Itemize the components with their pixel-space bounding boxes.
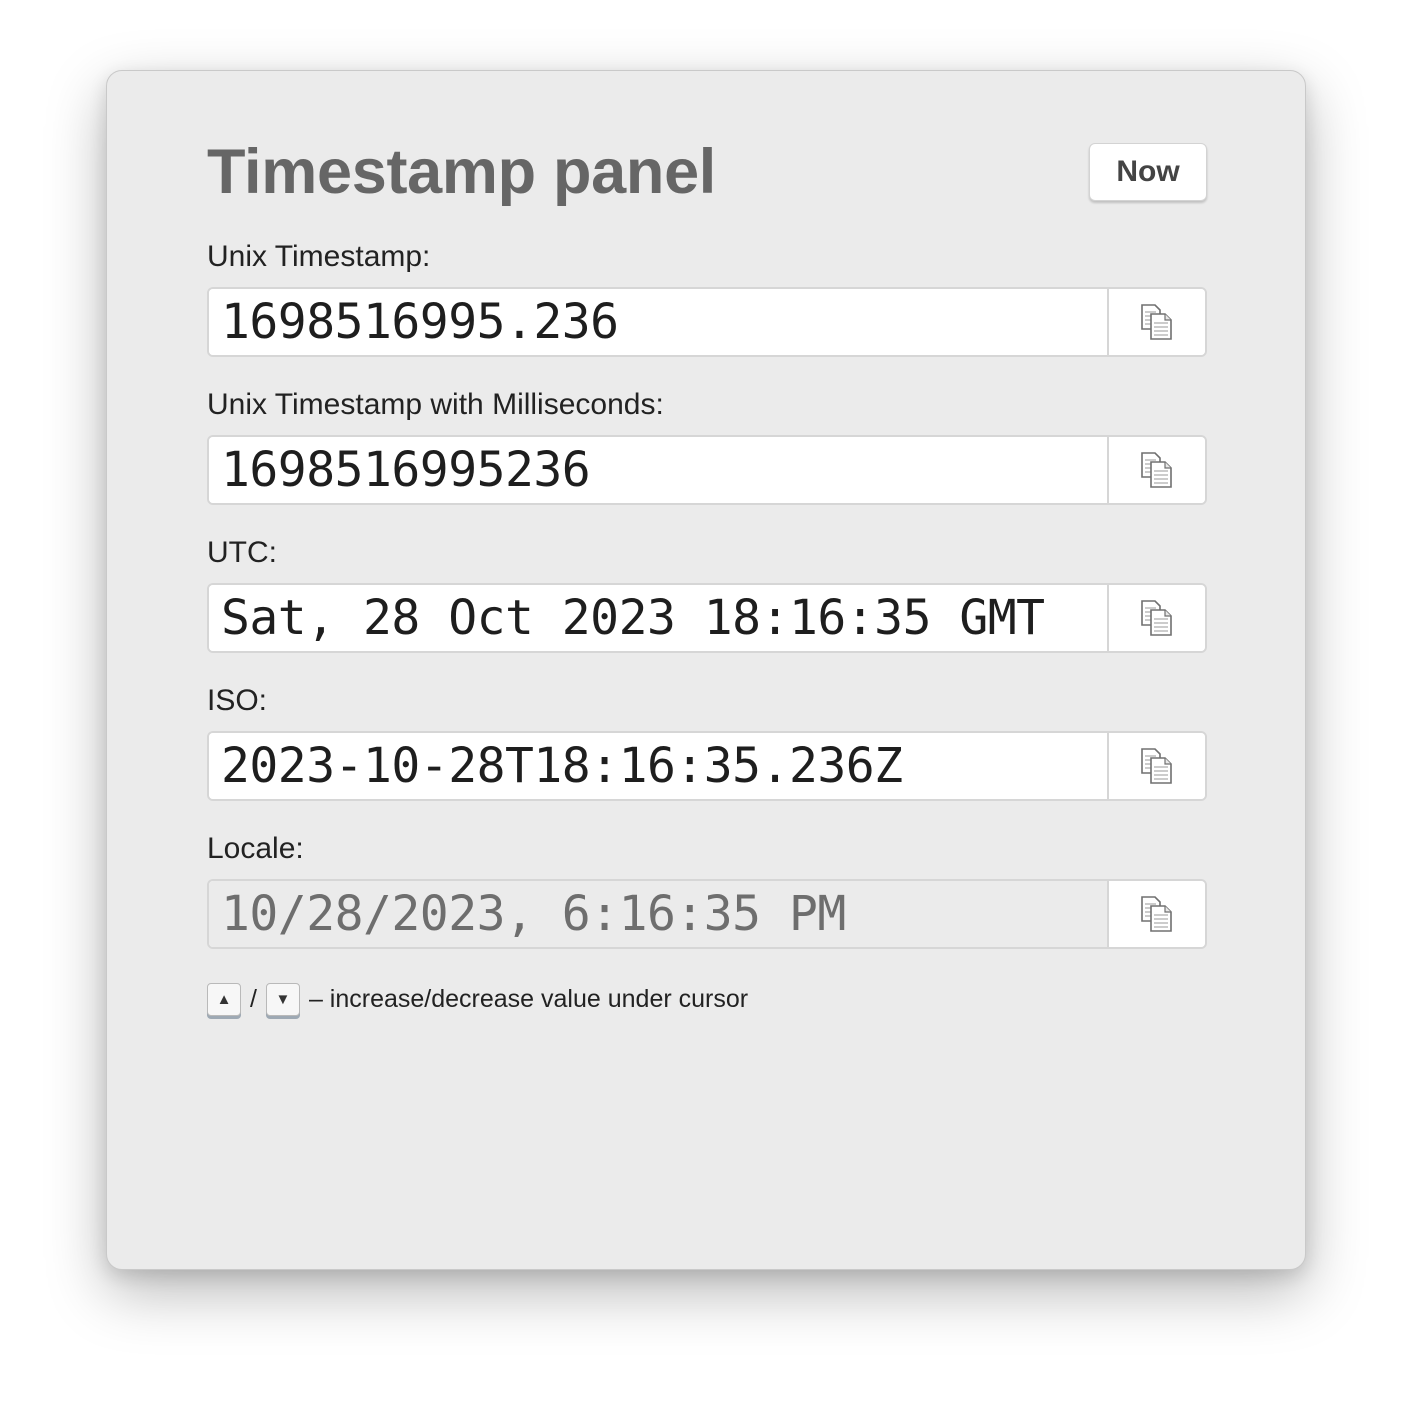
copy-icon [1141, 452, 1172, 488]
field-unix-timestamp: Unix Timestamp: 1698516995.236 [207, 237, 1207, 385]
up-arrow-key-icon: ▲ [207, 983, 241, 1016]
input-row: 2023-10-28T18:16:35.236Z [207, 731, 1207, 801]
field-iso: ISO: 2023-10-28T18:16:35.236Z [207, 681, 1207, 829]
hint-text: – increase/decrease value under cursor [308, 985, 749, 1013]
copy-button[interactable] [1107, 437, 1205, 503]
field-label: Unix Timestamp: [207, 240, 431, 273]
page-title: Timestamp panel [207, 137, 717, 207]
copy-button[interactable] [1107, 733, 1205, 799]
field-label: ISO: [207, 684, 268, 717]
field-unix-timestamp-ms: Unix Timestamp with Milliseconds: 169851… [207, 385, 1207, 533]
field-utc: UTC: Sat, 28 Oct 2023 18:16:35 GMT [207, 533, 1207, 681]
iso-input[interactable]: 2023-10-28T18:16:35.236Z [209, 733, 1107, 799]
field-locale: Locale: 10/28/2023, 6:16:35 PM [207, 829, 1207, 977]
copy-icon [1141, 600, 1172, 636]
keyboard-hint: ▲ / ▼ – increase/decrease value under cu… [207, 983, 748, 1016]
copy-button[interactable] [1107, 881, 1205, 947]
unix-timestamp-input[interactable]: 1698516995.236 [209, 289, 1107, 355]
copy-icon [1141, 896, 1172, 932]
copy-button[interactable] [1107, 289, 1205, 355]
timestamp-panel-window: Timestamp panel Now Unix Timestamp: 1698… [106, 70, 1306, 1270]
field-label: Unix Timestamp with Milliseconds: [207, 388, 664, 421]
unix-timestamp-ms-input[interactable]: 1698516995236 [209, 437, 1107, 503]
panel-content: Timestamp panel Now Unix Timestamp: 1698… [207, 71, 1207, 1016]
field-label: UTC: [207, 536, 277, 569]
hint-separator: / [250, 985, 257, 1013]
panel-header: Timestamp panel Now [207, 71, 1207, 237]
input-row: 10/28/2023, 6:16:35 PM [207, 879, 1207, 949]
copy-icon [1141, 304, 1172, 340]
input-row: 1698516995.236 [207, 287, 1207, 357]
input-row: Sat, 28 Oct 2023 18:16:35 GMT [207, 583, 1207, 653]
down-arrow-key-icon: ▼ [265, 983, 300, 1016]
copy-button[interactable] [1107, 585, 1205, 651]
utc-input[interactable]: Sat, 28 Oct 2023 18:16:35 GMT [209, 585, 1107, 651]
locale-input: 10/28/2023, 6:16:35 PM [209, 881, 1107, 947]
copy-icon [1141, 748, 1172, 784]
now-button[interactable]: Now [1089, 143, 1207, 201]
input-row: 1698516995236 [207, 435, 1207, 505]
field-label: Locale: [207, 832, 304, 865]
